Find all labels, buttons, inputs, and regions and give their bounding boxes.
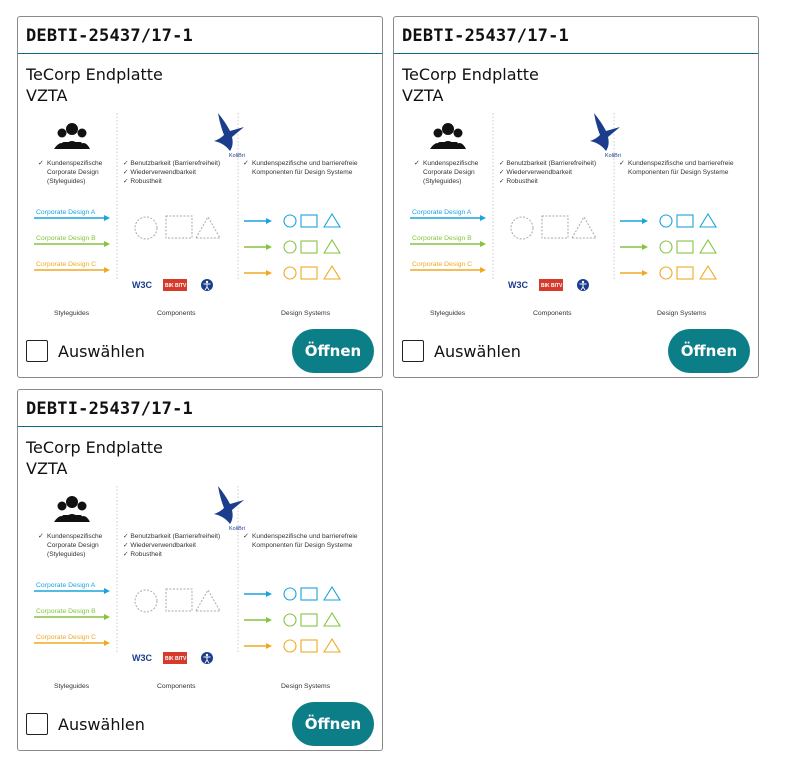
card-title-line1: TeCorp Endplatte [402, 65, 539, 84]
check-text: ✓ Robustheit [123, 178, 162, 185]
check-text: (Styleguides) [423, 178, 461, 185]
card-title-line2: VZTA [26, 459, 68, 478]
svg-text:✓: ✓ [38, 159, 44, 167]
check-text: Komponenten für Design Systeme [252, 169, 353, 176]
open-button[interactable]: Öffnen [292, 329, 374, 373]
check-text: Corporate Design [47, 542, 99, 549]
check-text: ✓ Benutzbarkeit (Barrierefreiheit) [499, 160, 596, 167]
select-label: Auswählen [58, 341, 145, 361]
caption: Components [157, 683, 196, 690]
open-button[interactable]: Öffnen [668, 329, 750, 373]
select-checkbox[interactable] [402, 340, 424, 362]
component-shapes-icon [510, 215, 597, 240]
check-text: Corporate Design [423, 169, 475, 176]
bik-badge: BIK BITV [541, 283, 563, 289]
caption: Components [533, 310, 572, 317]
people-icon [54, 496, 90, 522]
arrow-label: Corporate Design B [36, 608, 96, 615]
caption: Design Systems [657, 310, 707, 317]
arrow-label: Corporate Design A [36, 582, 96, 589]
check-text: ✓ Benutzbarkeit (Barrierefreiheit) [123, 533, 220, 540]
check-text: ✓ Robustheit [123, 551, 162, 558]
check-text: ✓ Wiederverwendbarkeit [123, 542, 196, 549]
arrow-label: Corporate Design A [412, 209, 472, 216]
card-title-line2: VZTA [402, 86, 444, 105]
preview-image: KoliBri ✓ Kundenspezifische Corporate Desi… [402, 109, 750, 317]
arrow-label: Corporate Design B [36, 235, 96, 242]
preview-image: KoliBri ✓ Kundenspezifische Corporate Desi… [26, 482, 374, 690]
arrow-label: Corporate Design C [36, 634, 96, 641]
card-title-line1: TeCorp Endplatte [26, 65, 163, 84]
check-text: Komponenten für Design Systeme [252, 542, 353, 549]
arrow-label: Corporate Design C [36, 261, 96, 268]
preview-image: KoliBri ✓ Kundenspezifische Corporate Desi… [26, 109, 374, 317]
arrow-label: Corporate Design B [412, 235, 472, 242]
svg-text:✓: ✓ [243, 532, 249, 540]
bik-badge: BIK BITV [165, 656, 187, 662]
check-text: Kundenspezifische und barrierefreie [628, 160, 734, 167]
check-text: Kundenspezifische [47, 533, 103, 540]
caption: Components [157, 310, 196, 317]
select-checkbox[interactable] [26, 340, 48, 362]
card: DEBTI-25437/17-1 TeCorp Endplatte VZTA K… [17, 16, 383, 378]
check-text: Kundenspezifische und barrierefreie [252, 160, 358, 167]
caption: Design Systems [281, 683, 331, 690]
bik-badge: BIK BITV [165, 283, 187, 289]
check-text: Corporate Design [47, 169, 99, 176]
card: DEBTI-25437/17-1 TeCorp Endplatte VZTA K… [393, 16, 759, 378]
card-title-line2: VZTA [26, 86, 68, 105]
check-text: ✓ Benutzbarkeit (Barrierefreiheit) [123, 160, 220, 167]
open-button[interactable]: Öffnen [292, 702, 374, 746]
component-shapes-icon [134, 215, 221, 240]
check-text: ✓ Robustheit [499, 178, 538, 185]
card-title: TeCorp Endplatte VZTA [26, 437, 382, 479]
arrow-label: Corporate Design A [36, 209, 96, 216]
card-id: DEBTI-25437/17-1 [18, 390, 382, 427]
people-icon [430, 123, 466, 149]
card-title: TeCorp Endplatte VZTA [402, 64, 758, 106]
card-title: TeCorp Endplatte VZTA [26, 64, 382, 106]
caption: Styleguides [430, 310, 466, 317]
select-control[interactable]: Auswählen [26, 713, 145, 735]
accessibility-icon [201, 279, 213, 291]
check-text: Komponenten für Design Systeme [628, 169, 729, 176]
card-title-line1: TeCorp Endplatte [26, 438, 163, 457]
check-text: Kundenspezifische und barrierefreie [252, 533, 358, 540]
kolibri-logo-icon: KoliBri [590, 113, 621, 159]
check-text: ✓ Wiederverwendbarkeit [499, 169, 572, 176]
svg-text:✓: ✓ [414, 159, 420, 167]
svg-text:✓: ✓ [243, 159, 249, 167]
w3c-badge: W3C [132, 653, 153, 663]
accessibility-icon [577, 279, 589, 291]
w3c-badge: W3C [508, 280, 529, 290]
select-checkbox[interactable] [26, 713, 48, 735]
arrow-label: Corporate Design C [412, 261, 472, 268]
select-label: Auswählen [58, 714, 145, 734]
caption: Design Systems [281, 310, 331, 317]
select-label: Auswählen [434, 341, 521, 361]
caption: Styleguides [54, 310, 90, 317]
check-text: (Styleguides) [47, 178, 85, 185]
kolibri-logo-icon: KoliBri [214, 486, 245, 532]
accessibility-icon [201, 652, 213, 664]
check-text: (Styleguides) [47, 551, 85, 558]
w3c-badge: W3C [132, 280, 153, 290]
kolibri-logo-icon: KoliBri [214, 113, 245, 159]
select-control[interactable]: Auswählen [402, 340, 521, 362]
card-id: DEBTI-25437/17-1 [18, 17, 382, 54]
component-shapes-icon [134, 588, 221, 613]
check-text: Kundenspezifische [423, 160, 479, 167]
svg-text:✓: ✓ [619, 159, 625, 167]
card: DEBTI-25437/17-1 TeCorp Endplatte VZTA K… [17, 389, 383, 751]
caption: Styleguides [54, 683, 90, 690]
check-text: ✓ Wiederverwendbarkeit [123, 169, 196, 176]
people-icon [54, 123, 90, 149]
check-text: Kundenspezifische [47, 160, 103, 167]
card-id: DEBTI-25437/17-1 [394, 17, 758, 54]
select-control[interactable]: Auswählen [26, 340, 145, 362]
svg-text:✓: ✓ [38, 532, 44, 540]
